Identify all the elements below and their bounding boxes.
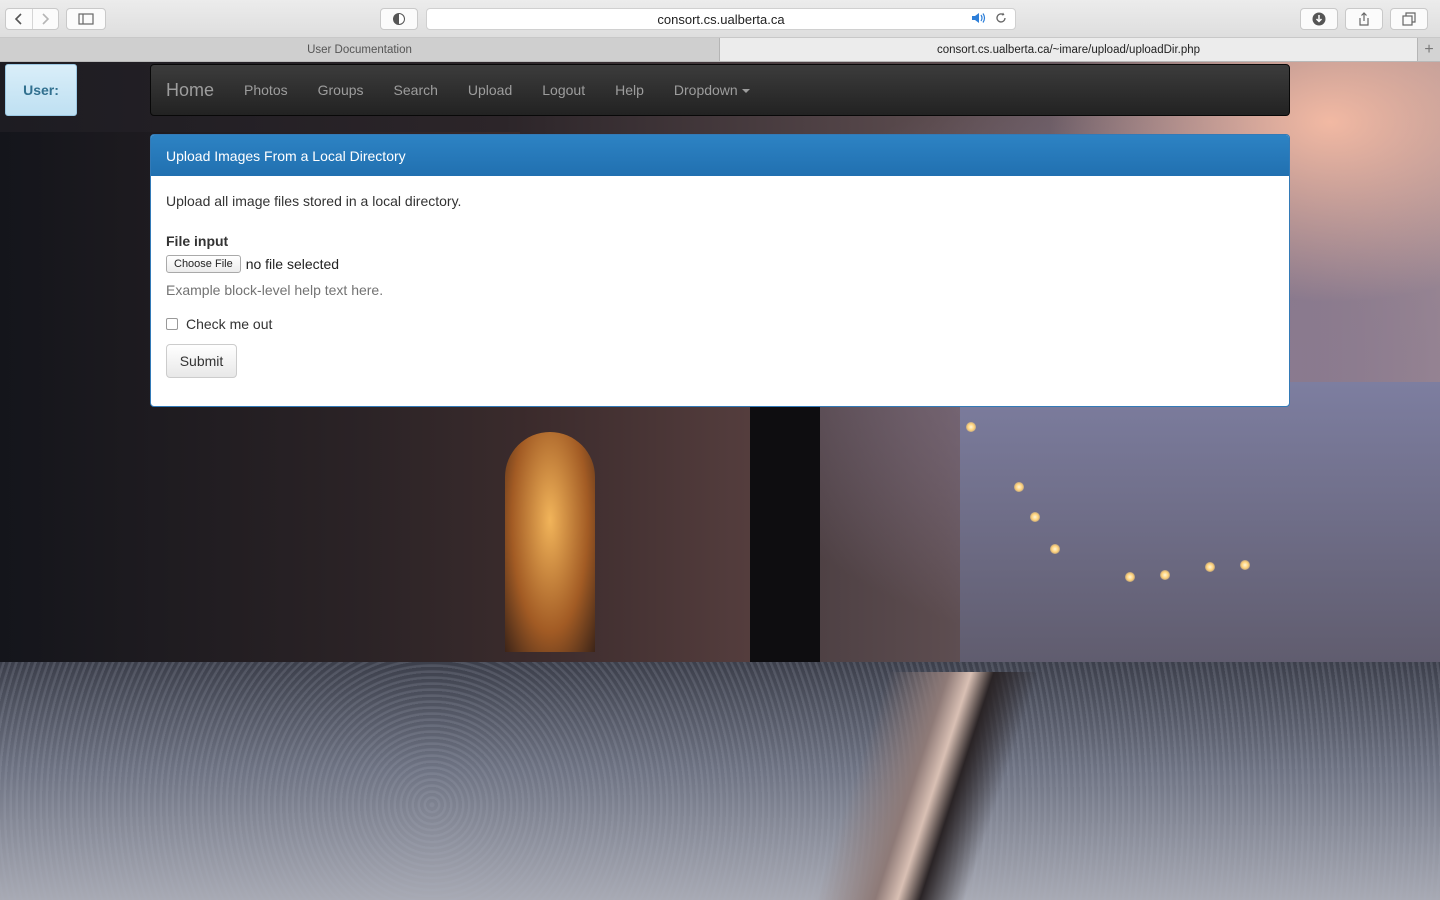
caret-down-icon [741, 89, 750, 94]
pillar [750, 392, 820, 692]
audio-icon[interactable] [971, 12, 987, 27]
file-input: Choose File no file selected [166, 255, 1274, 273]
panel-intro-text: Upload all image files stored in a local… [166, 193, 462, 209]
nav-photos-link[interactable]: Photos [229, 82, 303, 98]
checkbox-label[interactable]: Check me out [186, 316, 272, 332]
street-light [966, 422, 976, 432]
user-badge[interactable]: User: [5, 64, 77, 116]
reload-icon[interactable] [995, 12, 1007, 27]
street-light [1160, 570, 1170, 580]
lit-doorway [505, 432, 595, 652]
main-navbar: Home Photos Groups Search Upload Logout … [150, 64, 1290, 116]
choose-file-button[interactable]: Choose File [166, 255, 241, 273]
submit-button-label: Submit [179, 353, 224, 369]
panel-body: Upload all image files stored in a local… [151, 176, 1289, 393]
tab-label: consort.cs.ualberta.ca/~imare/upload/upl… [936, 43, 1201, 56]
upload-panel: Upload Images From a Local Directory Upl… [150, 134, 1290, 407]
user-badge-label: User: [23, 82, 59, 98]
check-me-out-checkbox[interactable] [166, 318, 178, 330]
address-bar[interactable]: consort.cs.ualberta.ca [426, 8, 1016, 30]
street-light [1014, 482, 1024, 492]
browser-toolbar: consort.cs.ualberta.ca [0, 0, 1440, 38]
tab-bar: User Documentation consort.cs.ualberta.c… [0, 38, 1440, 62]
nav-dropdown-toggle[interactable]: Dropdown [659, 82, 765, 98]
downloads-icon[interactable] [1300, 8, 1338, 30]
nav-search-link[interactable]: Search [379, 82, 453, 98]
checkbox-row: Check me out [166, 316, 1274, 332]
panel-heading: Upload Images From a Local Directory [151, 135, 1289, 176]
file-status-text: no file selected [245, 256, 340, 272]
history-nav [5, 8, 59, 30]
privacy-shield-icon[interactable] [380, 8, 418, 30]
sidebar-toggle-icon[interactable] [66, 8, 106, 30]
nav-groups-link[interactable]: Groups [303, 82, 379, 98]
share-icon[interactable] [1345, 8, 1383, 30]
nav-upload-link[interactable]: Upload [453, 82, 527, 98]
street-light [1125, 572, 1135, 582]
panel-title: Upload Images From a Local Directory [166, 147, 406, 164]
address-text: consort.cs.ualberta.ca [657, 11, 785, 27]
nav-help-link[interactable]: Help [600, 82, 659, 98]
nav-dropdown-label: Dropdown [673, 82, 738, 98]
tabs-overview-icon[interactable] [1390, 8, 1428, 30]
submit-button[interactable]: Submit [166, 344, 237, 378]
nav-logout-link[interactable]: Logout [527, 82, 600, 98]
tab-upload-dir[interactable]: consort.cs.ualberta.ca/~imare/upload/upl… [720, 38, 1417, 61]
street-light [1030, 512, 1040, 522]
file-input-label: File input [166, 233, 229, 249]
nav-home-link[interactable]: Home [166, 80, 229, 101]
tab-label: User Documentation [307, 43, 412, 56]
street-light [1240, 560, 1250, 570]
back-icon[interactable] [6, 9, 32, 29]
street-light [1205, 562, 1215, 572]
cobblestone-street [0, 662, 1440, 900]
forward-icon[interactable] [31, 9, 59, 29]
tab-user-documentation[interactable]: User Documentation [0, 38, 720, 61]
help-text: Example block-level help text here. [166, 282, 384, 298]
right-buildings [960, 382, 1440, 682]
street-light [1050, 544, 1060, 554]
new-tab-icon[interactable]: + [1417, 38, 1440, 61]
